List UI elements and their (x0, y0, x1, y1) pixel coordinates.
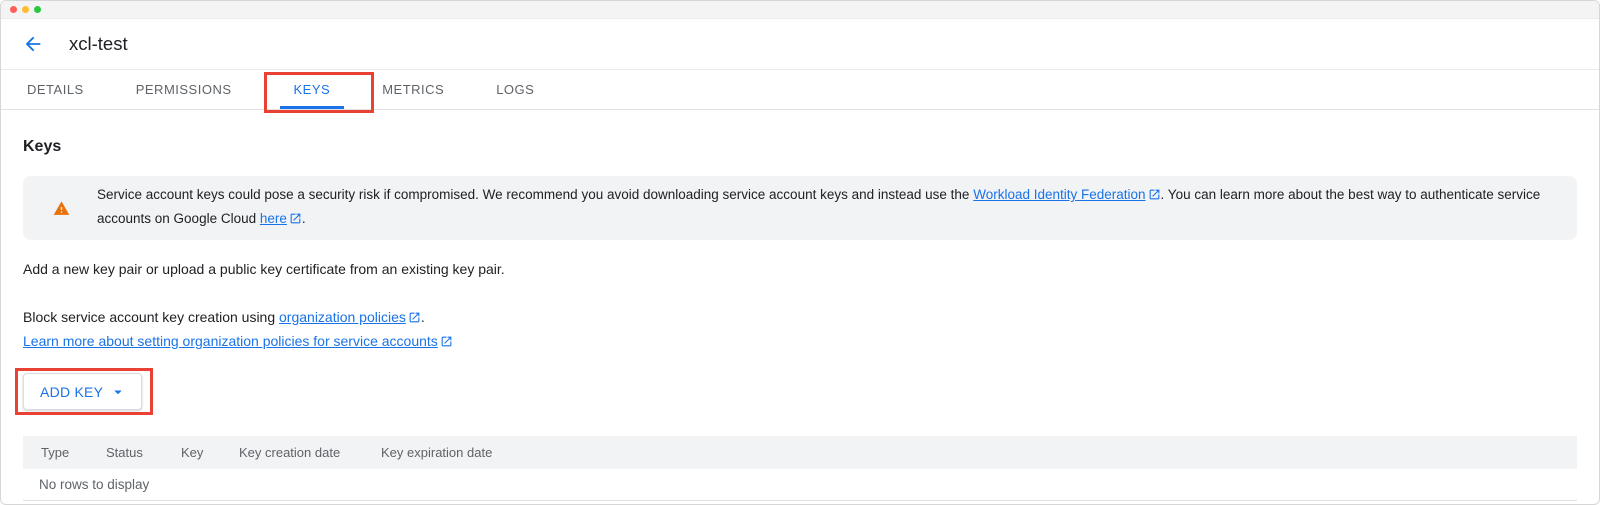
block-suffix: . (420, 309, 425, 325)
here-link[interactable]: here (260, 211, 287, 226)
macos-titlebar (1, 1, 1599, 19)
banner-text-part3: . (301, 211, 306, 226)
policy-text-block: Block service account key creation using… (23, 306, 1577, 354)
external-link-icon (289, 210, 302, 232)
keys-panel: Keys Service account keys could pose a s… (1, 138, 1599, 501)
section-heading: Keys (23, 138, 62, 155)
learn-more-line: Learn more about setting organization po… (23, 330, 1577, 354)
active-tab-indicator (279, 106, 345, 109)
external-link-icon (440, 332, 453, 354)
keys-table-header-row: Type Status Key Key creation date Key ex… (23, 436, 1577, 469)
add-key-button[interactable]: ADD KEY (23, 373, 143, 410)
workload-identity-federation-link[interactable]: Workload Identity Federation (973, 187, 1145, 202)
column-header-status: Status (106, 445, 143, 460)
zoom-window-button[interactable] (34, 6, 41, 13)
page-header: xcl-test (1, 19, 1599, 69)
empty-table-message: No rows to display (23, 469, 1577, 501)
back-button[interactable] (21, 32, 45, 56)
organization-policies-link[interactable]: organization policies (279, 309, 406, 325)
tab-details[interactable]: DETAILS (1, 70, 110, 109)
block-key-creation-line: Block service account key creation using… (23, 306, 1577, 330)
external-link-icon (1148, 186, 1161, 208)
column-header-key-expiration-date: Key expiration date (381, 445, 493, 460)
back-arrow-icon (22, 33, 44, 55)
minimize-window-button[interactable] (22, 6, 29, 13)
banner-text-part1: Service account keys could pose a securi… (97, 187, 974, 202)
page-title: xcl-test (69, 33, 128, 54)
column-header-type: Type (41, 445, 70, 460)
warning-triangle-icon (53, 200, 70, 217)
learn-more-link[interactable]: Learn more about setting organization po… (23, 333, 438, 349)
tab-metrics[interactable]: METRICS (356, 70, 470, 109)
warning-banner-text: Service account keys could pose a securi… (97, 184, 1553, 232)
warning-banner: Service account keys could pose a securi… (23, 176, 1577, 240)
keys-table: Type Status Key Key creation date Key ex… (23, 436, 1577, 501)
browser-window: xcl-test DETAILS PERMISSIONS KEYS METRIC… (0, 0, 1600, 505)
block-text: Block service account key creation using (23, 309, 280, 325)
tab-permissions[interactable]: PERMISSIONS (110, 70, 258, 109)
intro-text: Add a new key pair or upload a public ke… (23, 261, 505, 277)
column-header-key: Key (181, 445, 204, 460)
column-header-key-creation-date: Key creation date (239, 445, 341, 460)
close-window-button[interactable] (10, 6, 17, 13)
dropdown-caret-icon (109, 383, 127, 401)
tab-keys[interactable]: KEYS (263, 70, 375, 113)
tab-keys-label: KEYS (293, 82, 331, 97)
external-link-icon (408, 308, 421, 330)
tab-bar: DETAILS PERMISSIONS KEYS METRICS LOGS (1, 69, 1599, 113)
add-key-button-label: ADD KEY (40, 383, 104, 400)
tab-logs[interactable]: LOGS (470, 70, 560, 109)
add-key-button-area: ADD KEY (15, 368, 154, 415)
